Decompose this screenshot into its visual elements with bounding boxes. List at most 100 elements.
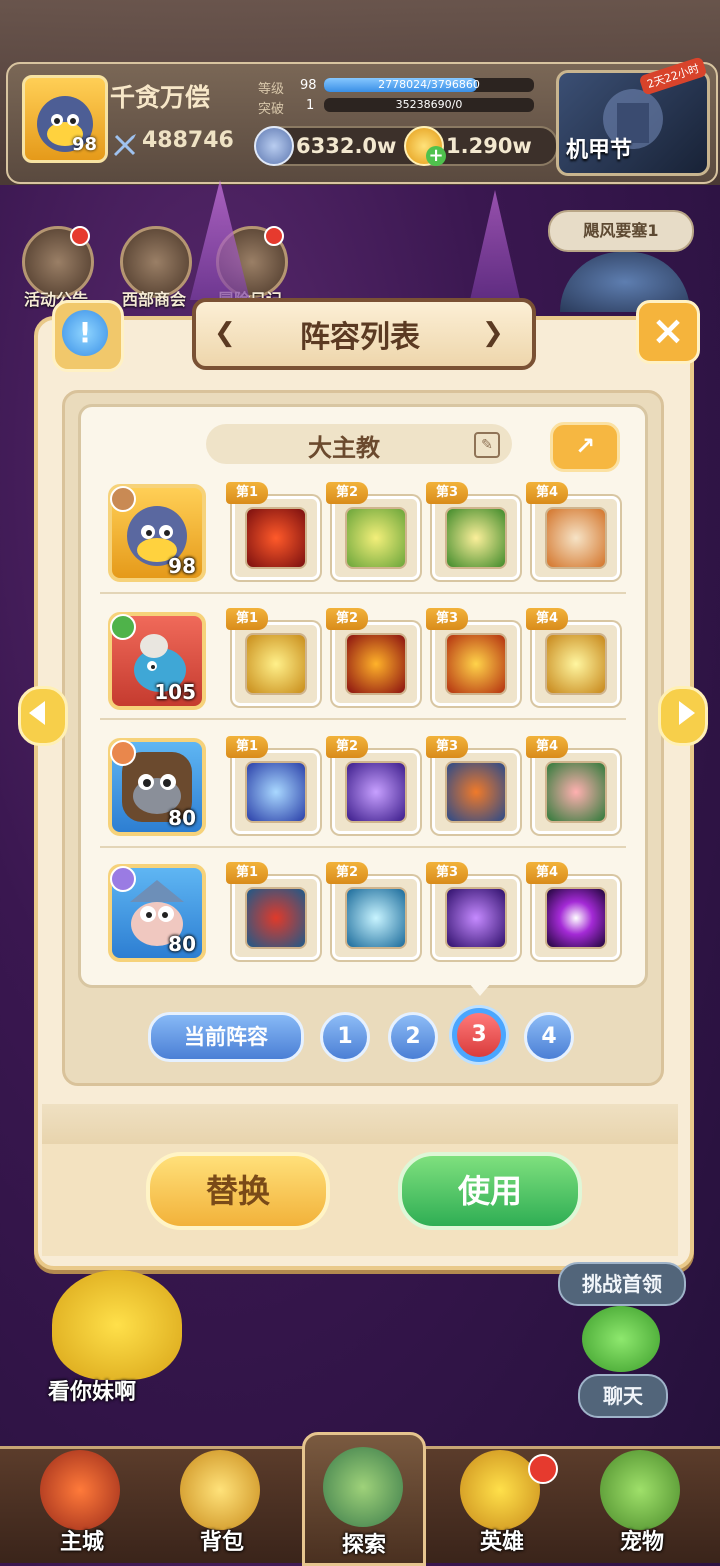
map-icon	[323, 1447, 403, 1527]
skill-icon	[545, 507, 607, 569]
skill-slot[interactable]	[332, 876, 420, 960]
notification-dot	[528, 1454, 558, 1484]
previous-arrow-icon[interactable]	[18, 686, 68, 746]
nav-heroes[interactable]: 英雄	[442, 1450, 562, 1558]
lineup-tab-1[interactable]: 1	[320, 1012, 370, 1062]
current-lineup-tab[interactable]: 当前阵容	[148, 1012, 304, 1062]
nav-main-city[interactable]: 主城	[22, 1450, 142, 1558]
break-progress-text: 35238690/0	[395, 98, 463, 111]
share-button[interactable]: ↗	[550, 422, 620, 472]
chat-bubble-icon[interactable]	[582, 1306, 660, 1372]
skill-order-tag: 第1	[226, 736, 269, 758]
skill-slot[interactable]	[232, 876, 320, 960]
break-label: 突破	[258, 102, 285, 117]
player-level-badge: 98	[72, 134, 98, 155]
backpack-icon	[180, 1450, 260, 1530]
skill-slot[interactable]	[532, 876, 620, 960]
nav-pets[interactable]: 宠物	[582, 1450, 702, 1558]
hero-face-icon	[460, 1450, 540, 1530]
mascot-image	[52, 1270, 182, 1380]
skill-icon	[545, 887, 607, 949]
use-button[interactable]: 使用	[398, 1152, 582, 1230]
skill-slot[interactable]	[532, 750, 620, 834]
element-icon	[110, 486, 136, 512]
chevron-left-icon	[29, 701, 45, 725]
skill-order-tag: 第2	[326, 482, 369, 504]
skill-order-tag: 第2	[326, 736, 369, 758]
lineup-tab-3[interactable]: 3	[452, 1008, 506, 1062]
close-button[interactable]: ×	[636, 300, 700, 364]
level-value: 98	[300, 78, 317, 93]
hero-level: 105	[154, 680, 196, 704]
skill-icon	[545, 633, 607, 695]
skill-icon	[245, 633, 307, 695]
nav-label: 背包	[199, 1530, 244, 1555]
info-icon: !	[62, 310, 108, 356]
next-arrow-icon[interactable]	[658, 686, 708, 746]
gold-amount: 1.290w	[446, 134, 532, 158]
castle-icon	[40, 1450, 120, 1530]
skill-slot[interactable]	[432, 750, 520, 834]
sword-icon	[112, 132, 138, 156]
footer-band	[42, 1144, 678, 1256]
skill-order-tag: 第4	[526, 482, 569, 504]
skill-icon	[445, 887, 507, 949]
skill-slot[interactable]	[232, 496, 320, 580]
nav-label: 探索	[341, 1533, 386, 1558]
skill-slot[interactable]	[432, 496, 520, 580]
skill-slot[interactable]	[232, 750, 320, 834]
break-progress-bar: 35238690/0	[324, 98, 534, 112]
row-divider	[100, 718, 626, 720]
level-progress-bar: 2778024/3796860	[324, 78, 534, 92]
skill-order-tag: 第4	[526, 736, 569, 758]
skill-slot[interactable]	[532, 622, 620, 706]
silver-amount: 6332.0w	[296, 134, 397, 158]
skill-slot[interactable]	[332, 750, 420, 834]
tab-pointer	[468, 982, 492, 996]
skill-icon	[245, 887, 307, 949]
notification-dot	[70, 226, 90, 246]
silver-coin-icon	[254, 126, 294, 166]
skill-slot[interactable]	[232, 622, 320, 706]
skill-slot[interactable]	[432, 622, 520, 706]
skill-slot[interactable]	[432, 876, 520, 960]
nav-backpack[interactable]: 背包	[162, 1450, 282, 1558]
lineup-name: 大主教	[308, 434, 380, 462]
notification-dot	[264, 226, 284, 246]
skill-order-tag: 第1	[226, 482, 269, 504]
row-divider	[100, 846, 626, 848]
row-divider	[100, 592, 626, 594]
skill-order-tag: 第3	[426, 608, 469, 630]
break-value: 1	[306, 98, 315, 113]
skill-slot[interactable]	[332, 622, 420, 706]
skill-slot[interactable]	[332, 496, 420, 580]
decor-strip	[42, 1104, 678, 1144]
level-label: 等级	[258, 82, 285, 97]
skill-icon	[245, 761, 307, 823]
nav-explore[interactable]: 探索	[302, 1432, 426, 1566]
skill-order-tag: 第4	[526, 608, 569, 630]
player-name: 千贪万偿	[110, 83, 211, 112]
skill-slot[interactable]	[532, 496, 620, 580]
edit-icon[interactable]: ✎	[474, 432, 500, 458]
add-gold-icon[interactable]: +	[426, 146, 446, 166]
crystal-decoration	[470, 190, 520, 300]
skill-order-tag: 第2	[326, 862, 369, 884]
fortress-label[interactable]: 飓风要塞1	[548, 210, 694, 252]
replace-button[interactable]: 替换	[146, 1152, 330, 1230]
skill-icon	[445, 633, 507, 695]
modal-title: 阵容列表	[300, 320, 420, 355]
combat-power: 488746	[142, 128, 234, 153]
nav-label: 主城	[59, 1530, 104, 1555]
element-icon	[110, 866, 136, 892]
lineup-tab-4[interactable]: 4	[524, 1012, 574, 1062]
nav-label: 宠物	[619, 1530, 664, 1555]
chat-button[interactable]: 聊天	[578, 1374, 668, 1418]
skill-order-tag: 第4	[526, 862, 569, 884]
lineup-tab-2[interactable]: 2	[388, 1012, 438, 1062]
hero-level: 80	[168, 806, 196, 830]
skill-icon	[245, 507, 307, 569]
skill-icon	[445, 761, 507, 823]
challenge-boss-button[interactable]: 挑战首领	[558, 1262, 686, 1306]
nav-label: 英雄	[479, 1530, 524, 1555]
